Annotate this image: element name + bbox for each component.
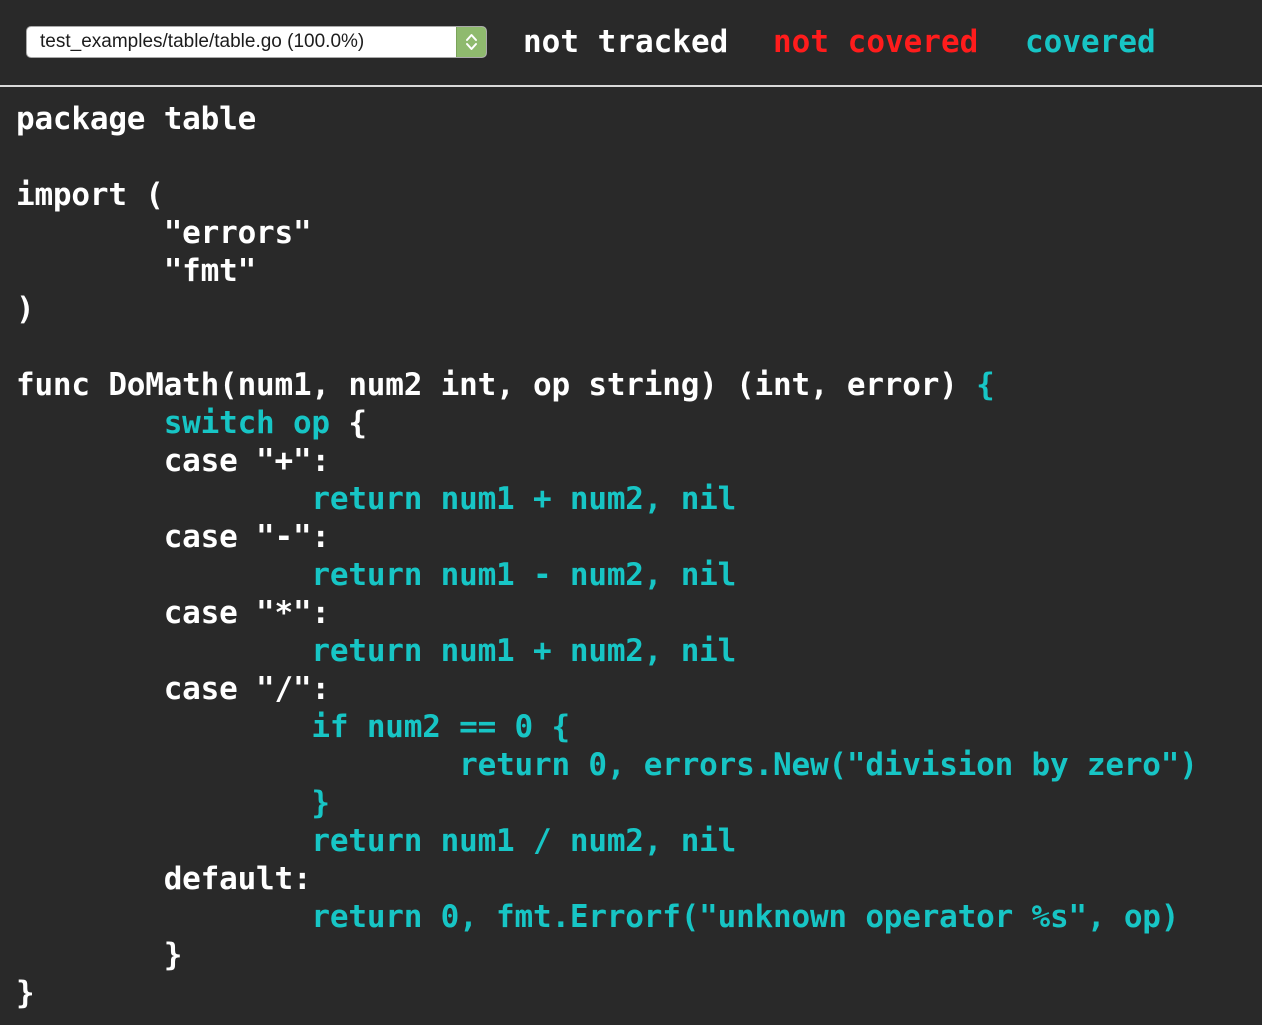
- code-segment-not-tracked: [16, 557, 311, 593]
- code-segment-not-tracked: [16, 405, 164, 441]
- code-line: ): [16, 290, 1198, 328]
- code-line: return num1 + num2, nil: [16, 480, 1198, 518]
- code-segment-not-tracked: [16, 481, 311, 517]
- code-segment-covered: return num1 + num2, nil: [311, 633, 737, 669]
- code-segment-covered: }: [311, 785, 330, 821]
- code-line: }: [16, 784, 1198, 822]
- code-segment-not-tracked: package table: [16, 101, 257, 137]
- code-line: case "+":: [16, 442, 1198, 480]
- file-select-value: test_examples/table/table.go (100.0%): [40, 31, 365, 52]
- code-line: import (: [16, 176, 1198, 214]
- code-segment-covered: if num2 == 0 {: [311, 709, 570, 745]
- code-segment-not-tracked: }: [16, 975, 35, 1011]
- code-line: default:: [16, 860, 1198, 898]
- code-segment-not-tracked: [16, 785, 311, 821]
- code-segment-covered: switch op: [163, 405, 330, 441]
- code-line: if num2 == 0 {: [16, 708, 1198, 746]
- code-line: return num1 - num2, nil: [16, 556, 1198, 594]
- code-segment-not-tracked: [16, 747, 459, 783]
- code-segment-covered: return 0, errors.New("division by zero"): [459, 747, 1198, 783]
- code-segment-covered: return num1 - num2, nil: [311, 557, 737, 593]
- code-segment-covered: return 0, fmt.Errorf("unknown operator %…: [311, 899, 1180, 935]
- code-segment-not-tracked: [16, 633, 311, 669]
- code-line: "errors": [16, 214, 1198, 252]
- code-line: switch op {: [16, 404, 1198, 442]
- code-line: func DoMath(num1, num2 int, op string) (…: [16, 366, 1198, 404]
- code-segment-not-tracked: [16, 823, 311, 859]
- code-segment-not-tracked: case "+":: [16, 443, 330, 479]
- code-segment-not-tracked: func DoMath(num1, num2 int, op string) (…: [16, 367, 977, 403]
- source-code-view: package table import ( "errors" "fmt") fun…: [16, 100, 1198, 1012]
- legend-not-tracked: not tracked: [523, 24, 729, 60]
- code-segment-not-tracked: case "/":: [16, 671, 330, 707]
- code-line: }: [16, 936, 1198, 974]
- code-segment-not-tracked: "errors": [16, 215, 312, 251]
- legend-not-covered: not covered: [773, 24, 979, 60]
- code-segment-covered: return num1 / num2, nil: [311, 823, 737, 859]
- code-segment-not-tracked: case "-":: [16, 519, 330, 555]
- code-segment-covered: {: [976, 367, 995, 403]
- topbar: test_examples/table/table.go (100.0%) no…: [0, 0, 1262, 85]
- file-select-dropdown[interactable]: test_examples/table/table.go (100.0%): [26, 26, 487, 58]
- code-segment-covered: return num1 + num2, nil: [311, 481, 737, 517]
- code-segment-not-tracked: }: [16, 937, 183, 973]
- legend-covered: covered: [1025, 24, 1156, 60]
- code-segment-not-tracked: case "*":: [16, 595, 330, 631]
- code-line: }: [16, 974, 1198, 1012]
- code-line: case "-":: [16, 518, 1198, 556]
- code-line: return num1 / num2, nil: [16, 822, 1198, 860]
- code-line: return 0, fmt.Errorf("unknown operator %…: [16, 898, 1198, 936]
- code-segment-not-tracked: {: [329, 405, 367, 441]
- code-line: return num1 + num2, nil: [16, 632, 1198, 670]
- up-down-chevron-icon[interactable]: [456, 27, 486, 57]
- code-line: "fmt": [16, 252, 1198, 290]
- code-segment-not-tracked: "fmt": [16, 253, 257, 289]
- code-segment-not-tracked: default:: [16, 861, 312, 897]
- code-line: return 0, errors.New("division by zero"): [16, 746, 1198, 784]
- topbar-divider: [0, 85, 1262, 87]
- code-line: package table: [16, 100, 1198, 138]
- code-line: case "/":: [16, 670, 1198, 708]
- code-segment-not-tracked: [16, 709, 311, 745]
- code-segment-not-tracked: ): [16, 291, 35, 327]
- code-segment-not-tracked: [16, 899, 311, 935]
- code-line: case "*":: [16, 594, 1198, 632]
- code-segment-not-tracked: import (: [16, 177, 164, 213]
